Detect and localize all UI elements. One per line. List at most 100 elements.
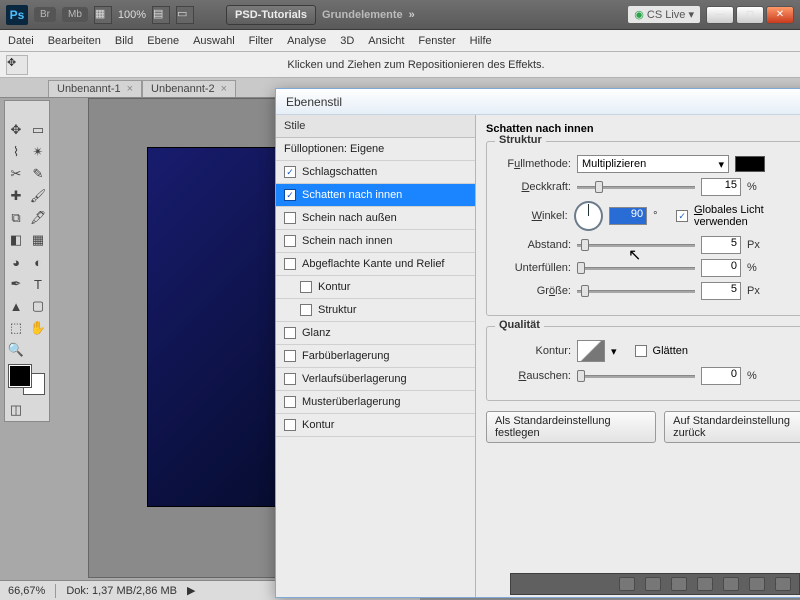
checkbox-icon[interactable]: ✓ [284, 166, 296, 178]
styles-header[interactable]: Stile [276, 115, 475, 138]
reset-default-button[interactable]: Auf Standardeinstellung zurück [664, 411, 800, 443]
maximize-button[interactable]: ◻ [736, 6, 764, 24]
checkbox-icon[interactable]: ✓ [284, 189, 296, 201]
checkbox-icon[interactable] [284, 212, 296, 224]
menu-select[interactable]: Auswahl [193, 35, 235, 47]
close-icon[interactable]: × [221, 83, 227, 95]
fill-options[interactable]: Fülloptionen: Eigene [276, 138, 475, 161]
gradient-tool-icon[interactable]: ▦ [27, 229, 49, 251]
pen-tool-icon[interactable]: ✒ [5, 273, 27, 295]
color-swatch[interactable] [735, 156, 765, 172]
dialog-title[interactable]: Ebenenstil [276, 89, 800, 115]
folder-icon[interactable] [723, 577, 739, 591]
contour-picker[interactable] [577, 340, 605, 362]
checkbox-icon[interactable] [284, 258, 296, 270]
workspace-basic[interactable]: Grundelemente [322, 9, 403, 21]
style-row[interactable]: Schein nach innen [276, 230, 475, 253]
pathsel-tool-icon[interactable]: ▲ [5, 295, 27, 317]
link-icon[interactable] [619, 577, 635, 591]
crop-tool-icon[interactable]: ✂ [5, 163, 27, 185]
status-zoom[interactable]: 66,67% [8, 585, 45, 597]
angle-input[interactable]: 90 [609, 207, 648, 225]
workspace-more-icon[interactable]: » [409, 9, 415, 21]
style-row[interactable]: Schein nach außen [276, 207, 475, 230]
menu-view[interactable]: Ansicht [368, 35, 404, 47]
workspace-psd-tutorials[interactable]: PSD-Tutorials [226, 5, 316, 25]
wand-tool-icon[interactable]: ✴ [27, 141, 49, 163]
minimize-button[interactable]: — [706, 6, 734, 24]
style-row[interactable]: ✓Schatten nach innen [276, 184, 475, 207]
menu-window[interactable]: Fenster [418, 35, 455, 47]
antialias-checkbox[interactable] [635, 345, 647, 357]
menu-3d[interactable]: 3D [340, 35, 354, 47]
minibridge-pill[interactable]: Mb [62, 7, 88, 22]
noise-slider[interactable] [577, 369, 695, 383]
type-tool-icon[interactable]: T [27, 273, 49, 295]
color-swatches[interactable] [7, 363, 47, 397]
fx-icon[interactable] [645, 577, 661, 591]
style-row[interactable]: Kontur [276, 414, 475, 437]
menu-analyze[interactable]: Analyse [287, 35, 326, 47]
3d-tool-icon[interactable]: ⬚ [5, 317, 27, 339]
move-tool-icon[interactable]: ✥ [5, 119, 27, 141]
heal-tool-icon[interactable]: ✚ [5, 185, 27, 207]
doc-tab-1[interactable]: Unbenannt-1× [48, 80, 142, 97]
menu-filter[interactable]: Filter [249, 35, 273, 47]
eraser-tool-icon[interactable]: ◧ [5, 229, 27, 251]
lasso-tool-icon[interactable]: ⌇ [5, 141, 27, 163]
checkbox-icon[interactable] [284, 373, 296, 385]
close-icon[interactable]: × [127, 83, 133, 95]
doc-tab-2[interactable]: Unbenannt-2× [142, 80, 236, 97]
brush-tool-icon[interactable]: 🖌 [27, 185, 49, 207]
shape-tool-icon[interactable]: ▢ [27, 295, 49, 317]
workspace-icon[interactable]: ▦ [94, 6, 112, 24]
style-row[interactable]: Glanz [276, 322, 475, 345]
menu-help[interactable]: Hilfe [470, 35, 492, 47]
checkbox-icon[interactable] [300, 281, 312, 293]
arrange-icon[interactable]: ▤ [152, 6, 170, 24]
noise-input[interactable]: 0 [701, 367, 741, 385]
choke-slider[interactable] [577, 261, 695, 275]
bridge-pill[interactable]: Br [34, 7, 56, 22]
blend-mode-select[interactable]: Multiplizieren▾ [577, 155, 729, 173]
style-row[interactable]: Verlaufsüberlagerung [276, 368, 475, 391]
angle-dial[interactable] [574, 201, 603, 231]
checkbox-icon[interactable] [284, 235, 296, 247]
marquee-tool-icon[interactable]: ▭ [27, 119, 49, 141]
style-row[interactable]: Struktur [276, 299, 475, 322]
menu-layer[interactable]: Ebene [147, 35, 179, 47]
checkbox-icon[interactable] [284, 419, 296, 431]
checkbox-icon[interactable] [284, 396, 296, 408]
new-icon[interactable] [749, 577, 765, 591]
style-row[interactable]: Kontur [276, 276, 475, 299]
zoom-tool-icon[interactable]: 🔍 [5, 339, 27, 361]
move-tool-icon[interactable]: ✥ [6, 55, 28, 75]
hand-tool-icon[interactable]: ✋ [27, 317, 49, 339]
distance-input[interactable]: 5 [701, 236, 741, 254]
checkbox-icon[interactable] [284, 327, 296, 339]
cs-live-button[interactable]: ◉CS Live ▾ [628, 6, 700, 23]
distance-slider[interactable] [577, 238, 695, 252]
status-doc[interactable]: Dok: 1,37 MB/2,86 MB [66, 585, 177, 597]
opacity-input[interactable]: 15 [701, 178, 741, 196]
menu-image[interactable]: Bild [115, 35, 133, 47]
close-button[interactable]: ✕ [766, 6, 794, 24]
choke-input[interactable]: 0 [701, 259, 741, 277]
save-default-button[interactable]: Als Standardeinstellung festlegen [486, 411, 656, 443]
global-light-checkbox[interactable]: ✓ [676, 210, 688, 222]
adjustment-icon[interactable] [697, 577, 713, 591]
style-row[interactable]: Abgeflachte Kante und Relief [276, 253, 475, 276]
size-input[interactable]: 5 [701, 282, 741, 300]
history-tool-icon[interactable]: 🖋 [27, 207, 49, 229]
opacity-slider[interactable] [577, 180, 695, 194]
style-row[interactable]: Musterüberlagerung [276, 391, 475, 414]
mask-icon[interactable] [671, 577, 687, 591]
screen-mode-icon[interactable]: ▭ [176, 6, 194, 24]
stamp-tool-icon[interactable]: ⧉ [5, 207, 27, 229]
dodge-tool-icon[interactable]: ◐ [27, 251, 49, 273]
size-slider[interactable] [577, 284, 695, 298]
menu-file[interactable]: Datei [8, 35, 34, 47]
chevron-right-icon[interactable]: ▶ [187, 584, 195, 597]
quickmask-icon[interactable]: ◫ [5, 399, 27, 421]
menu-edit[interactable]: Bearbeiten [48, 35, 101, 47]
